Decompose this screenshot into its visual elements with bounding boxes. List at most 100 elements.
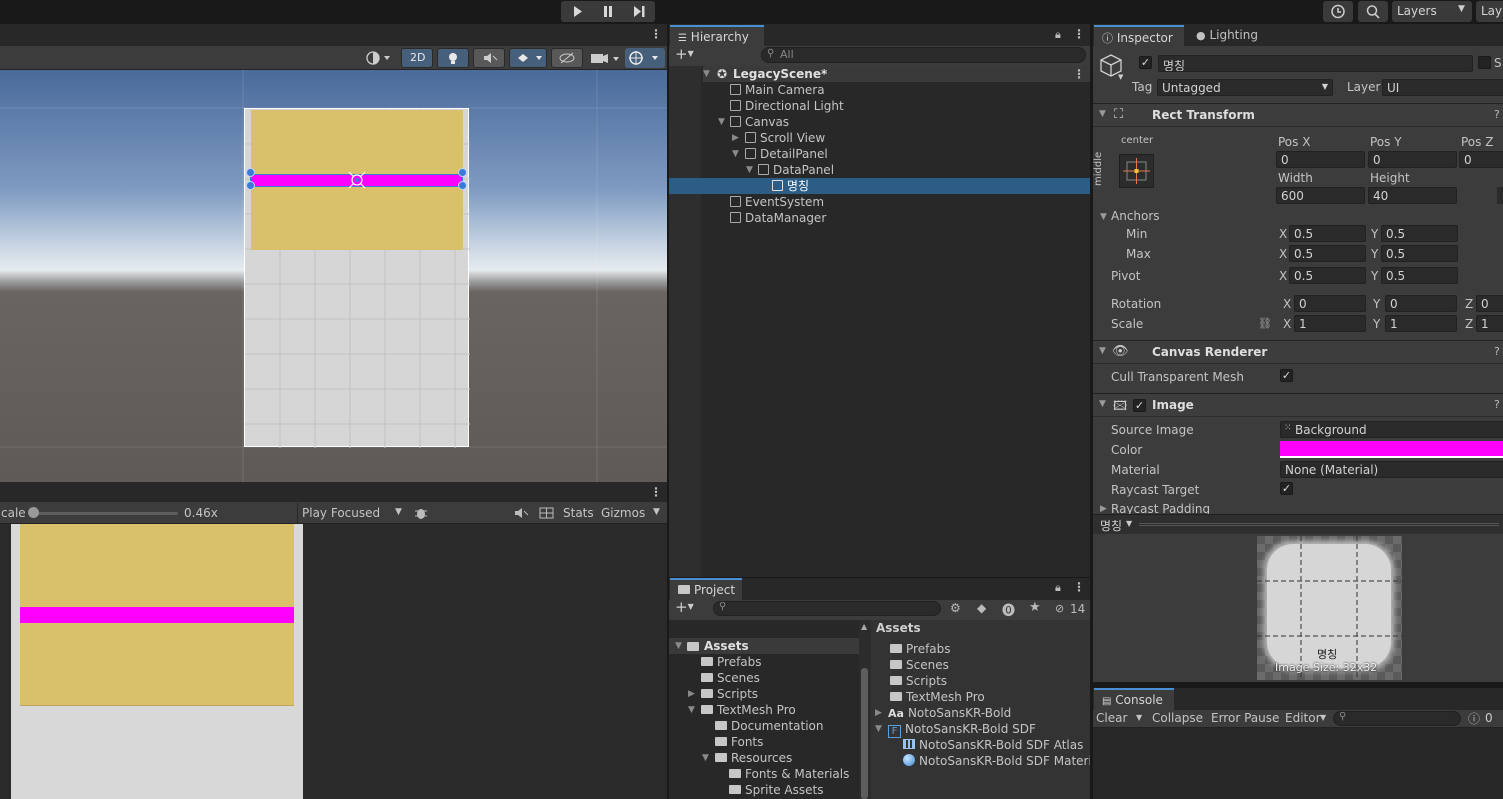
- rect-handle-bl[interactable]: [246, 181, 255, 190]
- layout-dropdown[interactable]: Lay: [1476, 1, 1503, 22]
- list-item[interactable]: Main Camera: [730, 82, 825, 98]
- assets-breadcrumb[interactable]: Assets: [876, 621, 921, 635]
- width-field[interactable]: 600: [1276, 187, 1365, 204]
- game-mute-button[interactable]: [509, 503, 533, 523]
- rect-handle-tl[interactable]: [246, 168, 255, 177]
- pivot-x-field[interactable]: 0.5: [1289, 267, 1366, 284]
- rect-handle-tr[interactable]: [458, 168, 467, 177]
- list-item[interactable]: TextMesh Pro: [890, 689, 985, 705]
- list-item[interactable]: DataManager: [730, 210, 826, 226]
- lock-icon[interactable]: 🔒︎: [1055, 28, 1061, 42]
- expand-arrow-icon[interactable]: ▼: [732, 146, 739, 162]
- list-item[interactable]: Directional Light: [730, 98, 844, 114]
- blueprint-mode-button[interactable]: [1497, 187, 1503, 204]
- scale-slider[interactable]: [30, 512, 178, 515]
- chevron-down-icon[interactable]: ▼: [1320, 713, 1326, 722]
- list-item[interactable]: F NotoSansKR-Bold SDF: [888, 721, 1036, 738]
- play-mode-dropdown[interactable]: Play Focused ▼: [297, 503, 407, 523]
- anchor-min-y-field[interactable]: 0.5: [1381, 225, 1458, 242]
- tag-dropdown[interactable]: Untagged ▼: [1157, 79, 1333, 96]
- list-item[interactable]: Scenes: [701, 670, 760, 686]
- expand-arrow-icon[interactable]: ▼: [675, 638, 682, 654]
- tab-lighting[interactable]: ● Lighting: [1188, 25, 1268, 47]
- pos-z-field[interactable]: 0: [1459, 151, 1503, 168]
- project-search-input[interactable]: ⚲: [713, 601, 941, 616]
- anchors-foldout-icon[interactable]: ▼: [1100, 212, 1107, 222]
- list-item[interactable]: Scripts: [890, 673, 947, 689]
- active-checkbox[interactable]: ✓: [1139, 56, 1152, 69]
- play-button[interactable]: [563, 2, 591, 21]
- history-button[interactable]: [1323, 1, 1353, 22]
- project-tree-scrollbar[interactable]: ▲: [859, 620, 871, 799]
- pos-x-field[interactable]: 0: [1276, 151, 1365, 168]
- search-button[interactable]: [1358, 1, 1388, 22]
- info-count-toggle[interactable]: ⓘ 0: [1466, 710, 1498, 727]
- list-item[interactable]: Scroll View: [745, 130, 825, 146]
- rect-transform-header[interactable]: ▼ ⛶ Rect Transform ?: [1093, 103, 1503, 127]
- expand-arrow-icon[interactable]: ▼: [875, 721, 882, 737]
- grid-toggle[interactable]: [535, 503, 559, 523]
- chevron-down-icon[interactable]: ▼: [1118, 73, 1123, 81]
- canvas-frame[interactable]: [244, 108, 470, 448]
- audio-toggle[interactable]: [473, 48, 505, 68]
- pause-button[interactable]: [594, 2, 622, 21]
- gizmo-tools-dropdown[interactable]: [625, 48, 665, 68]
- more-options-icon[interactable]: ⋮: [1073, 66, 1085, 82]
- add-button[interactable]: +▼: [675, 598, 694, 616]
- list-item[interactable]: Aa NotoSansKR-Bold: [888, 705, 1011, 721]
- scale-z-field[interactable]: 1: [1476, 315, 1503, 332]
- more-options-icon[interactable]: ⋮: [1073, 580, 1085, 594]
- lighting-toggle[interactable]: [437, 48, 469, 68]
- rotation-y-field[interactable]: 0: [1385, 295, 1457, 312]
- label-icon[interactable]: ◆: [977, 601, 986, 615]
- scrollbar-thumb[interactable]: [861, 668, 868, 799]
- help-icon[interactable]: ?: [1494, 398, 1500, 411]
- editor-dropdown[interactable]: Editor: [1285, 711, 1321, 725]
- object-name-field[interactable]: 명칭: [1158, 55, 1473, 72]
- color-swatch[interactable]: [1280, 441, 1503, 458]
- material-field[interactable]: None (Material): [1280, 461, 1503, 478]
- expand-arrow-icon[interactable]: ▼: [688, 702, 695, 718]
- list-item[interactable]: DataPanel: [758, 162, 834, 178]
- scroll-up-icon[interactable]: ▲: [861, 622, 867, 631]
- list-item[interactable]: Canvas: [730, 114, 789, 130]
- chevron-down-icon[interactable]: ▼: [653, 507, 660, 517]
- anchor-max-x-field[interactable]: 0.5: [1289, 245, 1366, 262]
- scale-x-field[interactable]: 1: [1294, 315, 1366, 332]
- bug-button[interactable]: [410, 503, 432, 523]
- pos-y-field[interactable]: 0: [1368, 151, 1457, 168]
- tab-console[interactable]: ▤ Console: [1094, 688, 1174, 710]
- filter-type-icon[interactable]: ⚙: [950, 601, 961, 615]
- collapse-arrow-icon[interactable]: ▶: [688, 686, 695, 702]
- list-item[interactable]: Scripts: [701, 686, 758, 702]
- effects-toggle[interactable]: [509, 48, 547, 68]
- list-item[interactable]: Scenes: [890, 657, 949, 673]
- preview-splitter-grip[interactable]: [1139, 523, 1499, 526]
- list-item[interactable]: TextMesh Pro: [701, 702, 796, 718]
- static-checkbox[interactable]: [1478, 56, 1491, 69]
- image-component-header[interactable]: ▼ 🖾 ✓ Image ?: [1093, 393, 1503, 417]
- rect-handle-br[interactable]: [458, 181, 467, 190]
- cull-transparent-checkbox[interactable]: ✓: [1280, 369, 1293, 382]
- list-item[interactable]: Sprite Assets: [729, 782, 823, 798]
- preview-header[interactable]: 명칭 ▼: [1093, 514, 1503, 534]
- tab-project[interactable]: Project: [670, 578, 742, 600]
- help-icon[interactable]: ?: [1494, 108, 1500, 121]
- list-item[interactable]: ▼ Assets: [669, 638, 859, 654]
- clear-button[interactable]: Clear: [1096, 711, 1127, 725]
- step-button[interactable]: [625, 2, 653, 21]
- gizmos-button[interactable]: Gizmos: [601, 506, 645, 520]
- collapse-arrow-icon[interactable]: ▶: [732, 130, 739, 146]
- mode-2d-toggle[interactable]: 2D: [401, 48, 433, 68]
- more-options-icon[interactable]: ⋮: [650, 27, 662, 41]
- console-search-input[interactable]: ⚲: [1333, 711, 1461, 726]
- anchor-pivot-icon[interactable]: [345, 169, 369, 191]
- list-item[interactable]: Documentation: [715, 718, 824, 734]
- collapse-arrow-icon[interactable]: ▶: [1100, 504, 1107, 514]
- visibility-toggle[interactable]: [551, 48, 583, 68]
- rotation-z-field[interactable]: 0: [1476, 295, 1503, 312]
- game-viewport[interactable]: [0, 524, 667, 799]
- foldout-arrow-icon[interactable]: ▼: [1099, 346, 1106, 356]
- expand-arrow-icon[interactable]: ▼: [702, 750, 709, 766]
- anchor-max-y-field[interactable]: 0.5: [1381, 245, 1458, 262]
